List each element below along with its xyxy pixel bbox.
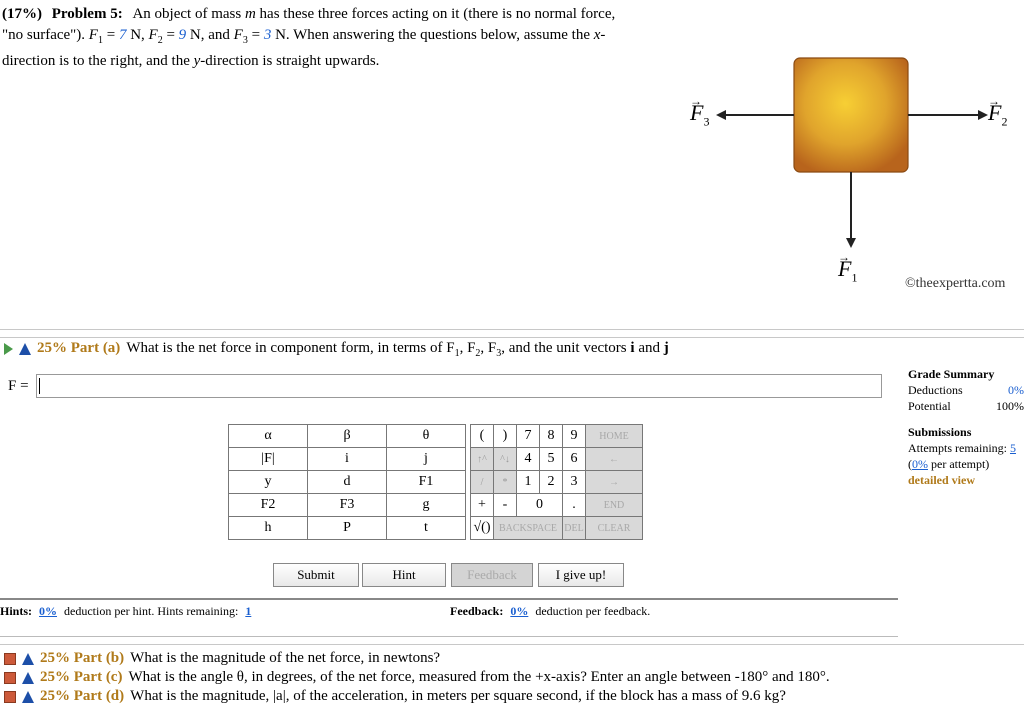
key-1[interactable]: 1 <box>516 470 540 494</box>
key-3[interactable]: 3 <box>562 470 586 494</box>
key-f1[interactable]: F1 <box>386 470 466 494</box>
feedback-info: Feedback: 0% deduction per feedback. <box>450 604 651 618</box>
problem-text-2: has these three forces acting on it (the… <box>255 6 616 22</box>
grade-title: Grade Summary <box>908 367 995 381</box>
hint-button[interactable]: Hint <box>362 563 446 587</box>
key-del[interactable]: DEL <box>562 516 586 540</box>
key-8[interactable]: 8 <box>539 424 563 448</box>
problem-percent: (17%) <box>2 6 42 22</box>
detailed-view-link[interactable]: detailed view <box>908 472 1024 488</box>
key-backspace[interactable]: BACKSPACE <box>493 516 563 540</box>
symbol-keypad: α β θ |F| i j y d F1 F2 F3 g h Pt <box>228 424 466 540</box>
problem-number: Problem 5: <box>51 6 123 22</box>
part-c-row[interactable]: 25% Part (c) What is the angle θ, in degr… <box>0 669 830 686</box>
key-f2[interactable]: F2 <box>228 493 308 517</box>
part-d-row[interactable]: 25% Part (d) What is the magnitude, |a|, … <box>0 688 786 705</box>
part-a-question: What is the net force in component form,… <box>126 340 455 356</box>
collapse-icon[interactable] <box>4 690 16 703</box>
key-t[interactable]: t <box>386 516 466 540</box>
key-minus[interactable]: - <box>493 493 517 517</box>
part-a-header: 25% Part (a) What is the net force in com… <box>0 340 760 359</box>
key-alpha[interactable]: α <box>228 424 308 448</box>
warning-icon <box>22 690 34 703</box>
problem-line2b: N. When answering the questions below, a… <box>271 27 594 43</box>
divider-bottom <box>0 644 1024 645</box>
copyright-text: ©theexpertta.com <box>905 276 1006 291</box>
answer-label: F = <box>8 378 29 394</box>
collapse-icon[interactable] <box>4 652 16 665</box>
numeric-keypad: ( ) 7 8 9 HOME ↑^ ^↓ 4 5 6 ← / * 1 2 3 →… <box>470 424 643 540</box>
key-2[interactable]: 2 <box>539 470 563 494</box>
part-a-percent: 25% Part (a) <box>37 340 121 356</box>
key-sqrt[interactable]: √() <box>470 516 494 540</box>
key-divide[interactable]: / <box>470 470 494 494</box>
warning-icon <box>22 671 34 684</box>
key-clear[interactable]: CLEAR <box>585 516 643 540</box>
key-d[interactable]: d <box>307 470 387 494</box>
key-close-paren[interactable]: ) <box>493 424 517 448</box>
key-plus[interactable]: + <box>470 493 494 517</box>
unit-j: j <box>663 340 669 356</box>
problem-line3a: direction is to the right, and the <box>2 53 194 69</box>
hints-percent: 0% <box>39 604 58 618</box>
part-b-row[interactable]: 25% Part (b) What is the magnitude of the… <box>0 650 440 667</box>
feedback-percent: 0% <box>510 604 529 618</box>
key-home[interactable]: HOME <box>585 424 643 448</box>
key-j[interactable]: j <box>386 447 466 471</box>
f1-value: 7 <box>118 27 127 43</box>
submit-button[interactable]: Submit <box>273 563 359 587</box>
key-y[interactable]: y <box>228 470 308 494</box>
key-down[interactable]: ^↓ <box>493 447 517 471</box>
key-dot[interactable]: . <box>562 493 586 517</box>
divider-top <box>0 329 1024 330</box>
collapse-icon[interactable] <box>4 671 16 684</box>
mass-block <box>793 57 909 173</box>
hints-bar: Hints: 0% deduction per hint. Hints rema… <box>0 598 898 637</box>
key-6[interactable]: 6 <box>562 447 586 471</box>
f3-label: F3 → <box>690 94 710 129</box>
problem-line2a: "no surface"). <box>2 27 89 43</box>
key-f3[interactable]: F3 <box>307 493 387 517</box>
problem-line3b: -direction is straight upwards. <box>200 53 380 69</box>
key-p[interactable]: P <box>307 516 387 540</box>
key-7[interactable]: 7 <box>516 424 540 448</box>
key-h[interactable]: h <box>228 516 308 540</box>
divider-top-2 <box>0 337 1024 338</box>
give-up-button[interactable]: I give up! <box>538 563 624 587</box>
key-end[interactable]: END <box>585 493 643 517</box>
f2-value: 9 <box>178 27 187 43</box>
feedback-button[interactable]: Feedback <box>451 563 533 587</box>
key-right[interactable]: → <box>585 470 643 494</box>
key-9[interactable]: 9 <box>562 424 586 448</box>
key-abs-f[interactable]: |F| <box>228 447 308 471</box>
key-beta[interactable]: β <box>307 424 387 448</box>
f1-label: F1 → <box>838 250 858 285</box>
key-left[interactable]: ← <box>585 447 643 471</box>
key-theta[interactable]: θ <box>386 424 466 448</box>
warning-icon <box>19 342 31 355</box>
key-multiply[interactable]: * <box>493 470 517 494</box>
warning-icon <box>22 652 34 665</box>
hints-info: Hints: 0% deduction per hint. Hints rema… <box>0 604 252 618</box>
expand-arrow-icon[interactable] <box>4 342 13 355</box>
grade-summary: Grade Summary Deductions 0% Potential 100%… <box>908 366 1024 488</box>
key-g[interactable]: g <box>386 493 466 517</box>
key-4[interactable]: 4 <box>516 447 540 471</box>
key-0[interactable]: 0 <box>516 493 563 517</box>
key-i[interactable]: i <box>307 447 387 471</box>
f2-label: F2 → <box>988 94 1008 129</box>
key-up[interactable]: ↑^ <box>470 447 494 471</box>
part-a-question-tail: , and the unit vectors <box>501 340 631 356</box>
problem-text-1: An object of mass <box>132 6 245 22</box>
key-5[interactable]: 5 <box>539 447 563 471</box>
mass-symbol: m <box>244 6 256 22</box>
answer-input[interactable] <box>36 374 882 398</box>
problem-statement: (17%) Problem 5: An object of mass m has… <box>2 6 616 69</box>
x-symbol: x <box>593 27 601 43</box>
hints-remaining: 1 <box>245 604 252 618</box>
key-open-paren[interactable]: ( <box>470 424 494 448</box>
